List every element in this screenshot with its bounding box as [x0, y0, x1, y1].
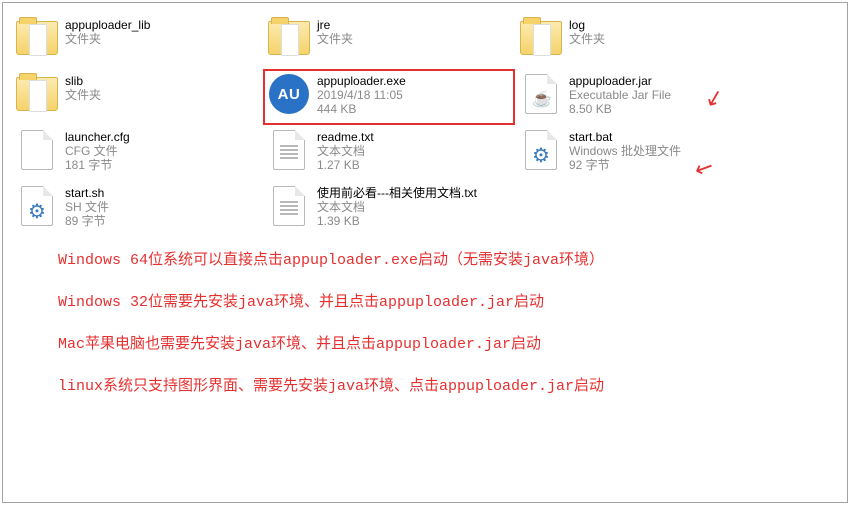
note-line: Windows 64位系统可以直接点击appuploader.exe启动（无需安… [58, 249, 807, 273]
note-line: Windows 32位需要先安装java环境、并且点击appuploader.j… [58, 291, 807, 315]
file-name: 使用前必看---相关使用文档.txt [317, 186, 477, 200]
folder-icon [15, 72, 59, 116]
file-meta: CFG 文件 [65, 144, 130, 158]
instruction-notes: Windows 64位系统可以直接点击appuploader.exe启动（无需安… [3, 249, 847, 399]
file-meta: 2019/4/18 11:05 [317, 88, 406, 102]
file-name: slib [65, 74, 101, 88]
file-item-appuploader-lib[interactable]: appuploader_lib 文件夹 [11, 13, 263, 69]
file-item-slib[interactable]: slib 文件夹 [11, 69, 263, 125]
file-list: appuploader_lib 文件夹 jre 文件夹 log 文件夹 [3, 3, 847, 237]
file-meta2: 89 字节 [65, 214, 109, 228]
file-meta2: 181 字节 [65, 158, 130, 172]
file-item-appuploader-jar[interactable]: appuploader.jar Executable Jar File 8.50… [515, 69, 767, 125]
au-icon: AU [267, 72, 311, 116]
file-meta2: 92 字节 [569, 158, 681, 172]
file-meta: 文件夹 [65, 88, 101, 102]
note-line: linux系统只支持图形界面、需要先安装java环境、点击appuploader… [58, 375, 807, 399]
file-item-appuploader-exe[interactable]: AU appuploader.exe 2019/4/18 11:05 444 K… [263, 69, 515, 125]
file-name: jre [317, 18, 353, 32]
file-name: launcher.cfg [65, 130, 130, 144]
file-name: log [569, 18, 605, 32]
folder-icon [267, 16, 311, 60]
file-item-start-sh[interactable]: start.sh SH 文件 89 字节 [11, 181, 263, 237]
file-meta2: 1.27 KB [317, 158, 374, 172]
file-item-launcher-cfg[interactable]: launcher.cfg CFG 文件 181 字节 [11, 125, 263, 181]
file-name: readme.txt [317, 130, 374, 144]
file-meta: 文本文档 [317, 144, 374, 158]
file-meta2: 1.39 KB [317, 214, 477, 228]
file-name: appuploader_lib [65, 18, 150, 32]
file-meta: 文件夹 [569, 32, 605, 46]
file-meta: 文件夹 [317, 32, 353, 46]
file-meta: Executable Jar File [569, 88, 671, 102]
text-file-icon [267, 128, 311, 172]
note-line: Mac苹果电脑也需要先安装java环境、并且点击appuploader.jar启… [58, 333, 807, 357]
file-icon [15, 128, 59, 172]
file-meta2: 444 KB [317, 102, 406, 116]
file-name: appuploader.jar [569, 74, 671, 88]
explorer-window: appuploader_lib 文件夹 jre 文件夹 log 文件夹 [2, 2, 848, 503]
file-meta2: 8.50 KB [569, 102, 671, 116]
file-meta: 文本文档 [317, 200, 477, 214]
jar-icon [519, 72, 563, 116]
file-item-readme-txt[interactable]: readme.txt 文本文档 1.27 KB [263, 125, 515, 181]
file-name: start.bat [569, 130, 681, 144]
file-meta: 文件夹 [65, 32, 150, 46]
file-meta: SH 文件 [65, 200, 109, 214]
shell-file-icon [15, 184, 59, 228]
folder-icon [15, 16, 59, 60]
file-name: start.sh [65, 186, 109, 200]
file-item-start-bat[interactable]: start.bat Windows 批处理文件 92 字节 [515, 125, 767, 181]
batch-file-icon [519, 128, 563, 172]
folder-icon [519, 16, 563, 60]
file-item-jre[interactable]: jre 文件夹 [263, 13, 515, 69]
text-file-icon [267, 184, 311, 228]
file-item-log[interactable]: log 文件夹 [515, 13, 767, 69]
file-name: appuploader.exe [317, 74, 406, 88]
file-item-docs-txt[interactable]: 使用前必看---相关使用文档.txt 文本文档 1.39 KB [263, 181, 515, 237]
file-meta: Windows 批处理文件 [569, 144, 681, 158]
